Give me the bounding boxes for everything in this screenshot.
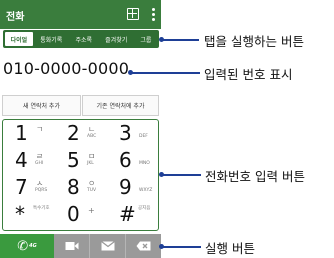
key-hangul: ㅁ (88, 152, 96, 161)
add-new-contact-button[interactable]: 새 연락처 추가 (2, 95, 81, 116)
key-4[interactable]: 4 ㄹ GHI (3, 147, 55, 174)
keypad-leader-line (161, 174, 201, 176)
actions-leader-dot (159, 244, 164, 249)
phone-screen: 전화 다이얼 통화기록 주소록 즐겨찾기 그룹 010-0000-0000 새 … (0, 0, 161, 258)
backspace-button[interactable] (126, 234, 161, 258)
keypad-annotation: 전화번호 입력 버튼 (205, 169, 305, 184)
dial-keypad: 1 ㄱ 2 ㄴ ABC 3 DEF 4 ㄹ GHI 5 ㅁ JKL 6 MNO … (2, 119, 159, 231)
key-digit: 4 (15, 148, 28, 172)
key-digit: # (119, 202, 136, 226)
key-6[interactable]: 6 MNO (107, 147, 159, 174)
tab-favorites[interactable]: 즐겨찾기 (100, 32, 133, 46)
tab-call-log[interactable]: 통화기록 (35, 32, 68, 46)
tabs-leader-line (161, 39, 199, 41)
key-letters: WXYZ (139, 188, 153, 193)
key-letters: JKL (87, 161, 94, 166)
key-letters: GHI (35, 161, 44, 166)
key-hash[interactable]: # 공지음 (107, 201, 159, 228)
app-title: 전화 (6, 12, 25, 23)
key-plus: + (88, 206, 95, 215)
title-bar: 전화 (0, 0, 161, 29)
key-digit: 9 (119, 175, 132, 199)
key-letters: PQRS (35, 188, 48, 193)
key-2[interactable]: 2 ㄴ ABC (55, 120, 107, 147)
key-0[interactable]: 0 + (55, 201, 107, 228)
message-button[interactable] (90, 234, 126, 258)
key-7[interactable]: 7 ㅅ PQRS (3, 174, 55, 201)
key-hangul: ㅅ (36, 179, 44, 188)
key-hangul: ㅇ (88, 179, 96, 188)
tab-groups[interactable]: 그룹 (135, 32, 157, 46)
key-digit: 1 (15, 121, 28, 145)
key-hangul: ㄹ (36, 152, 44, 161)
dialed-number-display: 010-0000-0000 (3, 59, 130, 78)
keypad-leader-dot (159, 172, 164, 177)
number-annotation: 입력된 번호 표시 (204, 67, 293, 82)
tab-contacts[interactable]: 주소록 (70, 32, 98, 46)
number-leader-line (130, 72, 200, 74)
keypad-toggle-icon[interactable] (127, 8, 139, 20)
key-digit: 3 (119, 121, 132, 145)
key-digit: 8 (67, 175, 80, 199)
key-letters: DEF (139, 134, 148, 139)
key-letters: 특수기호 (33, 206, 50, 211)
video-call-button[interactable] (54, 234, 90, 258)
key-star[interactable]: * 특수기호 (3, 201, 55, 228)
key-letters: TUV (87, 188, 97, 193)
key-letters: MNO (139, 161, 150, 166)
key-digit: 0 (67, 202, 80, 226)
key-letters: 공지음 (138, 206, 151, 211)
key-digit: 5 (67, 148, 80, 172)
backspace-icon (136, 241, 151, 251)
key-letters: ABC (87, 134, 97, 139)
key-5[interactable]: 5 ㅁ JKL (55, 147, 107, 174)
call-network-label: 4G (29, 243, 37, 249)
key-digit: * (15, 202, 25, 226)
tabs-annotation: 탭을 실행하는 버튼 (204, 34, 304, 49)
key-8[interactable]: 8 ㅇ TUV (55, 174, 107, 201)
key-hangul: ㄴ (88, 125, 96, 134)
tab-dial[interactable]: 다이얼 (5, 32, 33, 46)
tabs-leader-dot (159, 37, 164, 42)
key-digit: 2 (67, 121, 80, 145)
key-3[interactable]: 3 DEF (107, 120, 159, 147)
key-1[interactable]: 1 ㄱ (3, 120, 55, 147)
envelope-icon (100, 241, 115, 251)
number-leader-dot (128, 70, 133, 75)
key-digit: 6 (119, 148, 132, 172)
actions-leader-line (161, 246, 201, 248)
tab-bar: 다이얼 통화기록 주소록 즐겨찾기 그룹 (3, 30, 159, 48)
key-digit: 7 (15, 175, 28, 199)
key-9[interactable]: 9 WXYZ (107, 174, 159, 201)
call-button[interactable]: ✆ 4G (0, 234, 54, 258)
actions-annotation: 실행 버튼 (205, 241, 255, 256)
add-to-existing-contact-button[interactable]: 기존 연락처에 추가 (82, 95, 159, 116)
video-camera-icon (65, 242, 78, 250)
key-hangul: ㄱ (36, 125, 44, 134)
action-bar: ✆ 4G (0, 234, 161, 258)
phone-icon: ✆ (17, 238, 29, 254)
more-options-icon[interactable] (152, 8, 155, 21)
